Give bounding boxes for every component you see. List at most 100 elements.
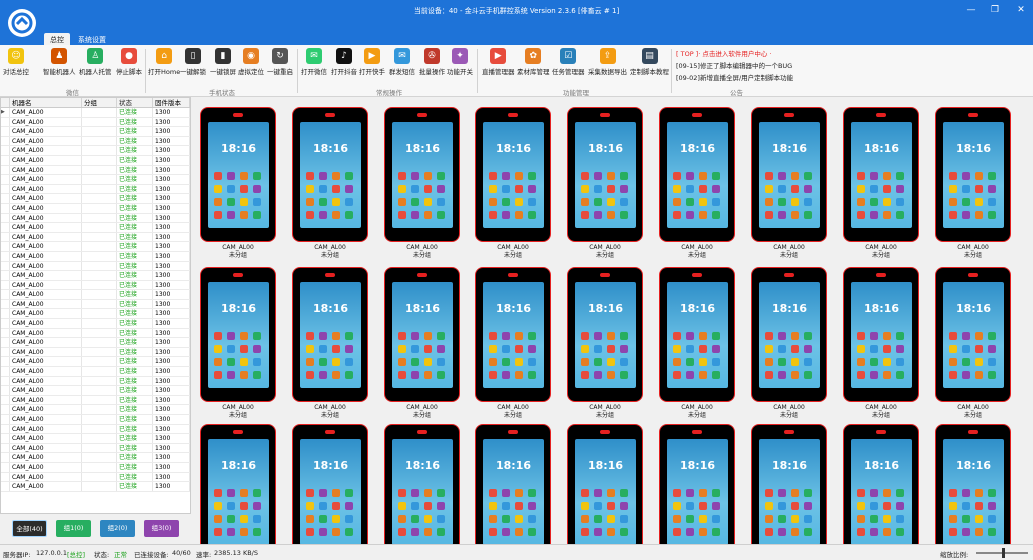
table-row[interactable]: ▶ CAM_AL00 已连接 1300 (1, 108, 190, 118)
table-row[interactable]: CAM_AL00 已连接 1300 (1, 357, 190, 368)
phone-screen-tile[interactable]: 18:16 (567, 267, 643, 402)
table-row[interactable]: CAM_AL00 已连接 1300 (1, 223, 190, 233)
announcement-item[interactable]: [09-02]新增直播全屏/用户定制脚本功能 (676, 72, 836, 84)
phone-screen-tile[interactable]: 18:16 (935, 107, 1011, 242)
ribbon-button-2[interactable]: ♙ 机器人托管 (79, 48, 112, 76)
ribbon-button-7[interactable]: ◉ 虚拟定位 (238, 48, 264, 76)
ribbon-button-8[interactable]: ↻ 一键重启 (267, 48, 293, 76)
ribbon-button-15[interactable]: ▶ 直播管理器 (482, 48, 515, 76)
table-row[interactable]: CAM_AL00 已连接 1300 (1, 213, 190, 224)
tab-master-control[interactable]: 总控 (44, 33, 70, 45)
phone-screen-tile[interactable]: 18:16 (659, 107, 735, 242)
ribbon-button-16[interactable]: ✿ 素材库管理 (517, 48, 550, 76)
ribbon-button-17[interactable]: ☑ 任务管理器 (552, 48, 585, 76)
group-button-2[interactable]: 组2(0) (100, 520, 135, 537)
phone-screen-tile[interactable]: 18:16 (475, 424, 551, 544)
table-row[interactable]: CAM_AL00 已连接 1300 (1, 242, 190, 252)
phone-screen-tile[interactable]: 18:16 (751, 424, 827, 544)
restore-button[interactable]: ❐ (988, 5, 1002, 15)
table-row[interactable]: CAM_AL00 已连接 1300 (1, 271, 190, 281)
group-button-0[interactable]: 全部(40) (12, 520, 47, 537)
ribbon-button-1[interactable]: ♟ 智能机器人 (43, 48, 76, 76)
phone-screen-tile[interactable]: 18:16 (292, 107, 368, 242)
table-row[interactable]: CAM_AL00 已连接 1300 (1, 136, 190, 147)
table-row[interactable]: CAM_AL00 已连接 1300 (1, 395, 190, 406)
table-row[interactable]: CAM_AL00 已连接 1300 (1, 405, 190, 415)
table-row[interactable]: CAM_AL00 已连接 1300 (1, 194, 190, 204)
table-row[interactable]: CAM_AL00 已连接 1300 (1, 280, 190, 291)
phone-screen-tile[interactable]: 18:16 (475, 267, 551, 402)
phone-screen-tile[interactable]: 18:16 (567, 424, 643, 544)
phone-screen-tile[interactable]: 18:16 (475, 107, 551, 242)
table-row[interactable]: CAM_AL00 已连接 1300 (1, 472, 190, 483)
header-group[interactable]: 分组 (82, 98, 117, 107)
table-row[interactable]: CAM_AL00 已连接 1300 (1, 376, 190, 387)
table-row[interactable]: CAM_AL00 已连接 1300 (1, 261, 190, 272)
table-row[interactable]: CAM_AL00 已连接 1300 (1, 290, 190, 300)
table-row[interactable]: CAM_AL00 已连接 1300 (1, 117, 190, 128)
phone-screen-tile[interactable]: 18:16 (200, 107, 276, 242)
phone-screen-tile[interactable]: 18:16 (659, 424, 735, 544)
table-row[interactable]: CAM_AL00 已连接 1300 (1, 462, 190, 473)
header-status[interactable]: 状态 (117, 98, 153, 107)
table-row[interactable]: CAM_AL00 已连接 1300 (1, 251, 190, 262)
header-machine-name[interactable]: 机器名 (10, 98, 82, 107)
ribbon-button-5[interactable]: ▯ 一键解锁 (180, 48, 206, 76)
phone-screen-tile[interactable]: 18:16 (659, 267, 735, 402)
table-row[interactable]: CAM_AL00 已连接 1300 (1, 127, 190, 137)
phone-screen-tile[interactable]: 18:16 (843, 107, 919, 242)
phone-screen-tile[interactable]: 18:16 (200, 424, 276, 544)
phone-screen-tile[interactable]: 18:16 (292, 267, 368, 402)
ribbon-button-9[interactable]: ✉ 打开微信 (301, 48, 327, 76)
table-row[interactable]: CAM_AL00 已连接 1300 (1, 347, 190, 358)
close-button[interactable]: ✕ (1014, 5, 1028, 15)
ribbon-button-0[interactable]: ☺ 对话总控 (3, 48, 29, 76)
phone-screen-tile[interactable]: 18:16 (751, 267, 827, 402)
ribbon-button-18[interactable]: ⇪ 采集数据导出 (588, 48, 627, 76)
ribbon-button-3[interactable]: ● 停止脚本 (116, 48, 142, 76)
table-row[interactable]: CAM_AL00 已连接 1300 (1, 319, 190, 329)
ribbon-button-12[interactable]: ✉ 群发短信 (389, 48, 415, 76)
phone-screen-tile[interactable]: 18:16 (935, 267, 1011, 402)
table-row[interactable]: CAM_AL00 已连接 1300 (1, 203, 190, 214)
phone-screen-tile[interactable]: 18:16 (200, 267, 276, 402)
table-row[interactable]: CAM_AL00 已连接 1300 (1, 443, 190, 454)
phone-screen-tile[interactable]: 18:16 (935, 424, 1011, 544)
phone-screen-tile[interactable]: 18:16 (384, 107, 460, 242)
table-row[interactable]: CAM_AL00 已连接 1300 (1, 184, 190, 195)
ribbon-button-13[interactable]: ✇ 批量操作 (419, 48, 445, 76)
table-row[interactable]: CAM_AL00 已连接 1300 (1, 165, 190, 176)
ribbon-button-10[interactable]: ♪ 打开抖音 (331, 48, 357, 76)
phone-screen-tile[interactable]: 18:16 (751, 107, 827, 242)
phone-screen-tile[interactable]: 18:16 (292, 424, 368, 544)
table-row[interactable]: CAM_AL00 已连接 1300 (1, 338, 190, 348)
scale-slider-thumb[interactable] (1002, 548, 1005, 558)
announcement-item[interactable]: [09-15]修正了脚本编辑器中的一个BUG (676, 60, 836, 72)
table-row[interactable]: CAM_AL00 已连接 1300 (1, 299, 190, 310)
table-row[interactable]: CAM_AL00 已连接 1300 (1, 367, 190, 377)
ribbon-button-4[interactable]: ⌂ 打开Home (148, 48, 180, 76)
table-row[interactable]: CAM_AL00 已连接 1300 (1, 328, 190, 339)
group-button-3[interactable]: 组3(0) (144, 520, 179, 537)
table-row[interactable]: CAM_AL00 已连接 1300 (1, 175, 190, 185)
phone-screen-tile[interactable]: 18:16 (843, 424, 919, 544)
header-firmware[interactable]: 固件版本 (153, 98, 190, 107)
ribbon-button-11[interactable]: ▶ 打开快手 (359, 48, 385, 76)
table-row[interactable]: CAM_AL00 已连接 1300 (1, 434, 190, 444)
table-row[interactable]: CAM_AL00 已连接 1300 (1, 424, 190, 435)
announcement-item[interactable]: [ TOP ]· 点击进入软件用户中心 · (676, 48, 836, 60)
group-button-1[interactable]: 组1(0) (56, 520, 91, 537)
ribbon-button-19[interactable]: ▤ 定制脚本教程 (630, 48, 669, 76)
table-row[interactable]: CAM_AL00 已连接 1300 (1, 482, 190, 492)
phone-screen-tile[interactable]: 18:16 (843, 267, 919, 402)
tab-system-settings[interactable]: 系统设置 (72, 33, 112, 45)
ribbon-button-14[interactable]: ✦ 功能开关 (447, 48, 473, 76)
table-row[interactable]: CAM_AL00 已连接 1300 (1, 415, 190, 425)
phone-screen-tile[interactable]: 18:16 (567, 107, 643, 242)
table-row[interactable]: CAM_AL00 已连接 1300 (1, 453, 190, 463)
table-row[interactable]: CAM_AL00 已连接 1300 (1, 309, 190, 320)
table-row[interactable]: CAM_AL00 已连接 1300 (1, 232, 190, 243)
minimize-button[interactable]: — (964, 5, 978, 15)
ribbon-button-6[interactable]: ▮ 一键锁屏 (210, 48, 236, 76)
phone-screen-tile[interactable]: 18:16 (384, 267, 460, 402)
